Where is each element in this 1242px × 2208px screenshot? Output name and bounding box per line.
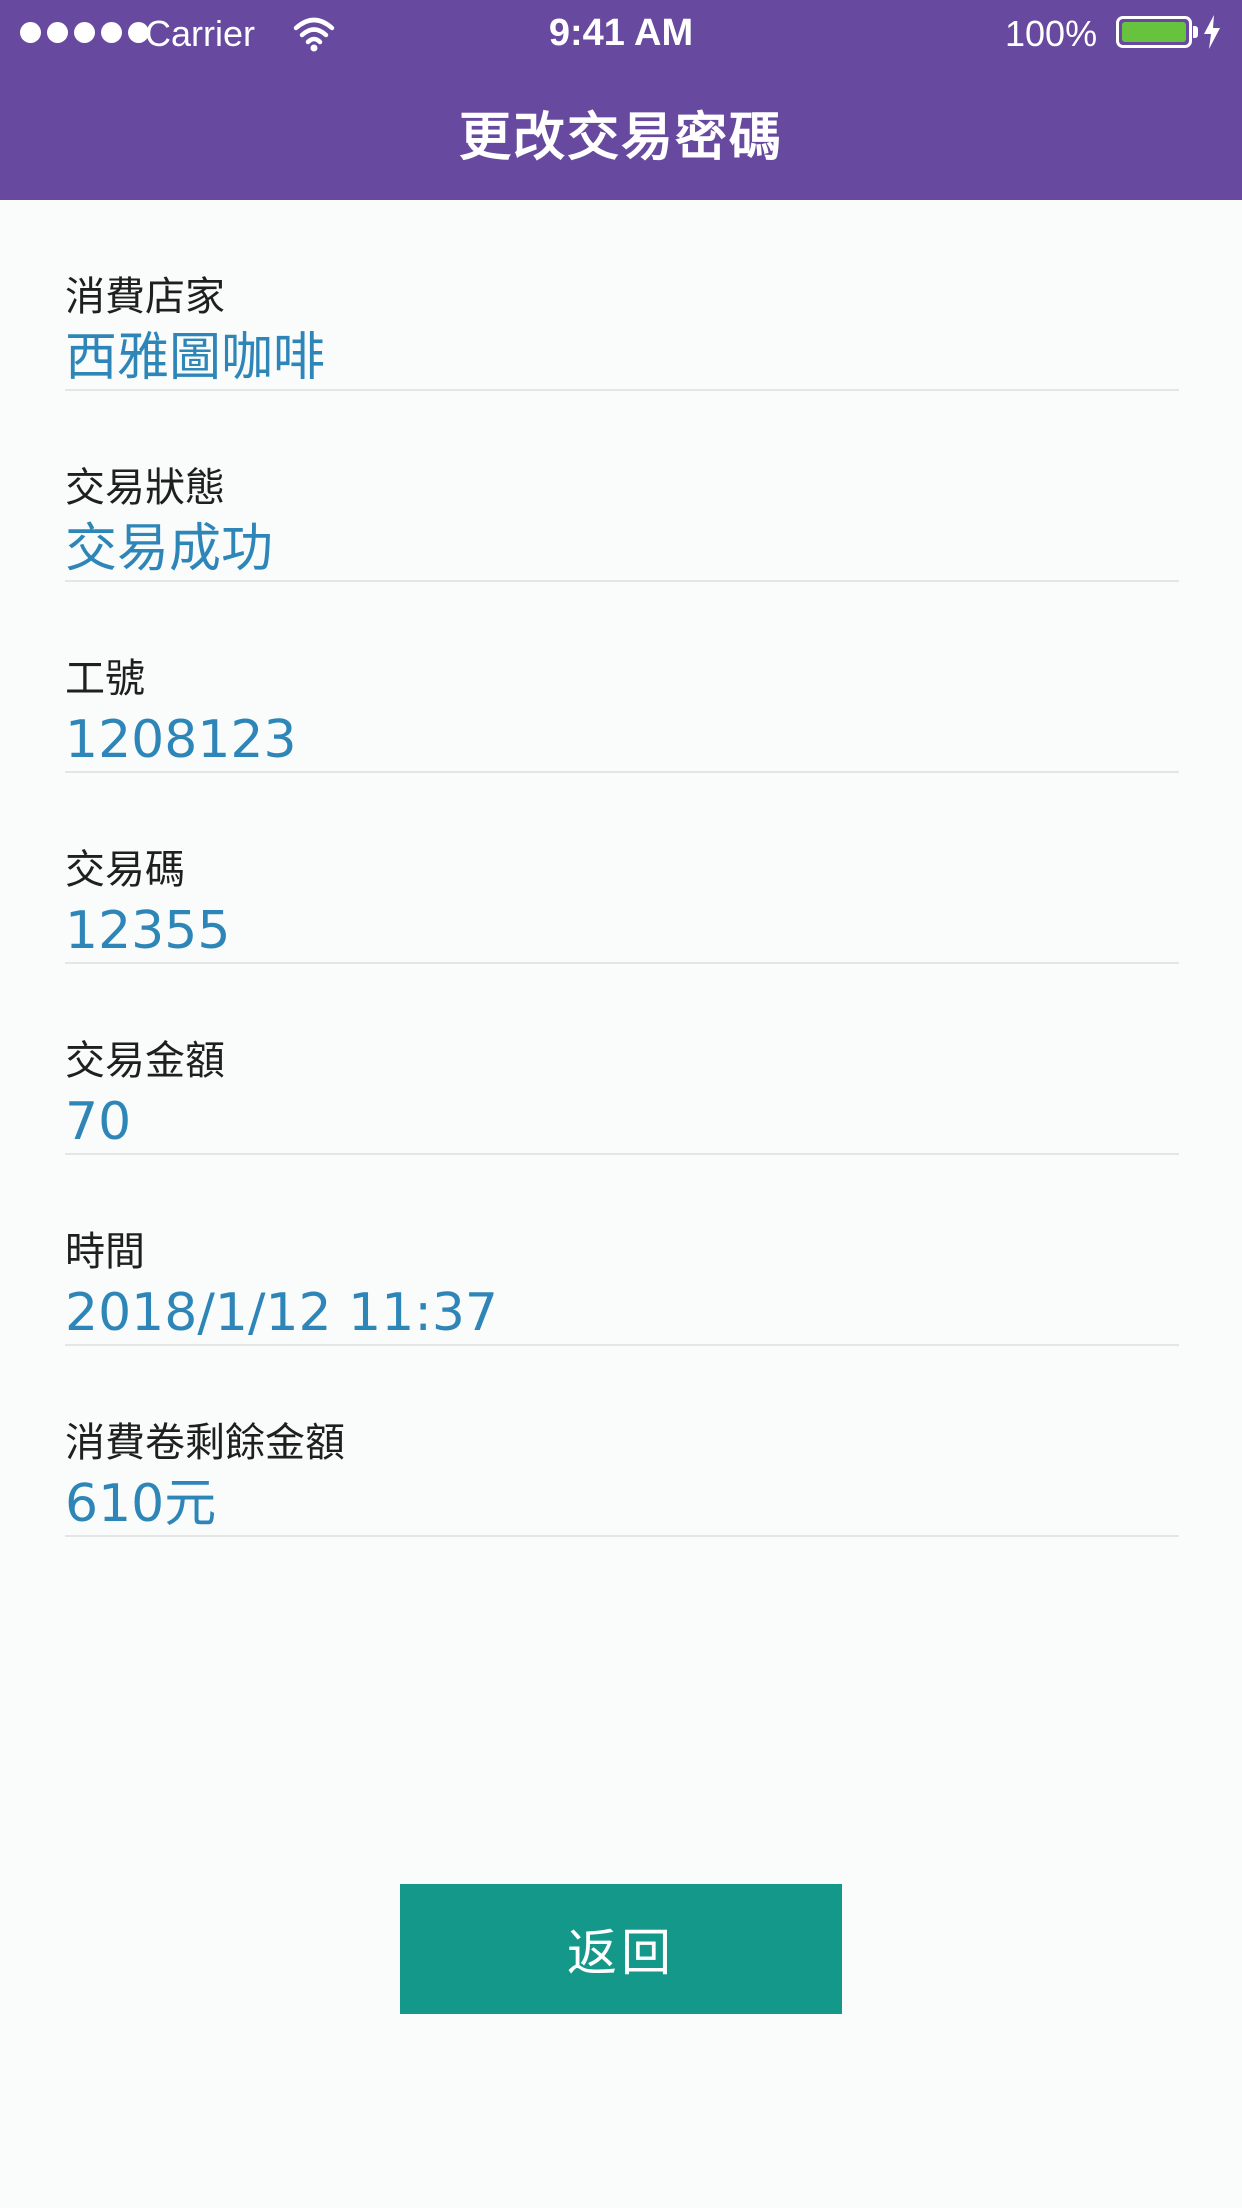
employee-id-label: 工號	[65, 656, 145, 702]
battery-percentage: 100%	[1005, 13, 1098, 54]
store-value: 西雅圖咖啡	[65, 328, 326, 388]
detail-row-employee-id: 工號 1208123	[65, 582, 1179, 773]
status-bar: Carrier 9:41 AM 100%	[0, 0, 1242, 66]
detail-row-amount: 交易金額 70	[65, 964, 1179, 1155]
amount-value: 70	[65, 1092, 132, 1152]
status-value: 交易成功	[65, 519, 274, 579]
battery-icon	[1116, 16, 1192, 48]
time-label: 時間	[65, 1229, 145, 1275]
remaining-balance-label: 消費卷剩餘金額	[65, 1420, 345, 1466]
transaction-code-value: 12355	[65, 901, 231, 961]
amount-label: 交易金額	[65, 1038, 225, 1084]
detail-row-transaction-code: 交易碼 12355	[65, 773, 1179, 964]
top-bar: Carrier 9:41 AM 100% 更改交易密碼	[0, 0, 1242, 200]
lightning-bolt-icon	[1204, 15, 1220, 49]
transaction-details: 消費店家 西雅圖咖啡 交易狀態 交易成功 工號 1208123 交易碼 1235…	[65, 200, 1179, 1537]
remaining-balance-value: 610元	[65, 1474, 217, 1534]
detail-row-status: 交易狀態 交易成功	[65, 391, 1179, 582]
employee-id-value: 1208123	[65, 710, 297, 770]
detail-row-time: 時間 2018/1/12 11:37	[65, 1155, 1179, 1346]
detail-row-remaining-balance: 消費卷剩餘金額 610元	[65, 1346, 1179, 1537]
page-title: 更改交易密碼	[458, 108, 783, 168]
battery-nub	[1193, 26, 1198, 38]
status-label: 交易狀態	[65, 465, 225, 511]
back-button[interactable]: 返回	[400, 1884, 842, 2014]
store-label: 消費店家	[65, 274, 225, 320]
detail-row-store: 消費店家 西雅圖咖啡	[65, 200, 1179, 391]
transaction-code-label: 交易碼	[65, 847, 185, 893]
time-value: 2018/1/12 11:37	[65, 1283, 499, 1343]
